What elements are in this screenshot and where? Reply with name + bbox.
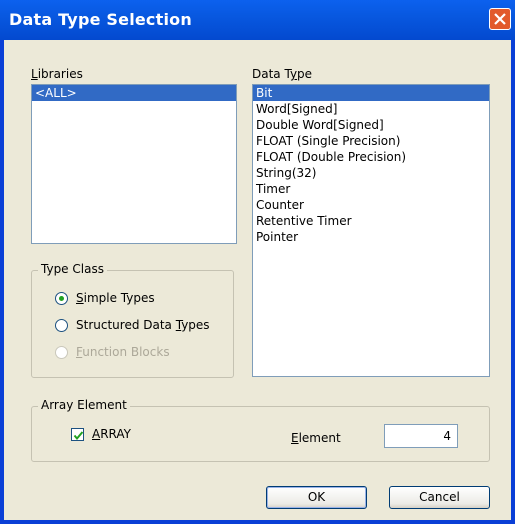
data-type-item[interactable]: FLOAT (Single Precision) <box>253 133 489 149</box>
structured-data-types-radio[interactable] <box>55 319 68 332</box>
element-input[interactable]: 4 <box>384 424 458 448</box>
data-type-item[interactable]: Word[Signed] <box>253 101 489 117</box>
element-label: Element <box>291 431 341 445</box>
data-type-item[interactable]: String(32) <box>253 165 489 181</box>
title-bar[interactable]: Data Type Selection <box>0 0 515 40</box>
dialog-window: Data Type Selection Libraries <ALL> Data… <box>0 0 515 524</box>
data-type-item[interactable]: FLOAT (Double Precision) <box>253 149 489 165</box>
libraries-list[interactable]: <ALL> <box>31 84 237 244</box>
data-type-label: Data Type <box>252 67 313 81</box>
dialog-title: Data Type Selection <box>9 10 192 29</box>
data-type-item[interactable]: Timer <box>253 181 489 197</box>
close-button[interactable] <box>489 8 511 30</box>
libraries-item-all[interactable]: <ALL> <box>32 85 236 101</box>
libraries-label: Libraries <box>31 67 83 81</box>
close-icon <box>494 13 506 25</box>
structured-data-types-label[interactable]: Structured Data Types <box>76 318 210 332</box>
data-type-item[interactable]: Counter <box>253 197 489 213</box>
data-type-item[interactable]: Pointer <box>253 229 489 245</box>
data-type-list[interactable]: Bit Word[Signed] Double Word[Signed] FLO… <box>252 84 490 377</box>
data-type-item[interactable]: Bit <box>253 85 489 101</box>
array-checkbox[interactable] <box>71 428 84 441</box>
checkmark-icon <box>73 431 84 441</box>
simple-types-label[interactable]: Simple Types <box>76 291 155 305</box>
cancel-button[interactable]: Cancel <box>389 486 490 509</box>
ok-button[interactable]: OK <box>266 486 367 509</box>
data-type-item[interactable]: Retentive Timer <box>253 213 489 229</box>
function-blocks-label: Function Blocks <box>76 345 170 359</box>
type-class-title: Type Class <box>38 262 107 276</box>
radio-selected-dot <box>59 296 64 301</box>
function-blocks-radio[interactable] <box>55 346 68 359</box>
array-element-title: Array Element <box>38 398 130 412</box>
array-label[interactable]: ARRAY <box>92 427 131 441</box>
simple-types-radio[interactable] <box>55 292 68 305</box>
data-type-item[interactable]: Double Word[Signed] <box>253 117 489 133</box>
